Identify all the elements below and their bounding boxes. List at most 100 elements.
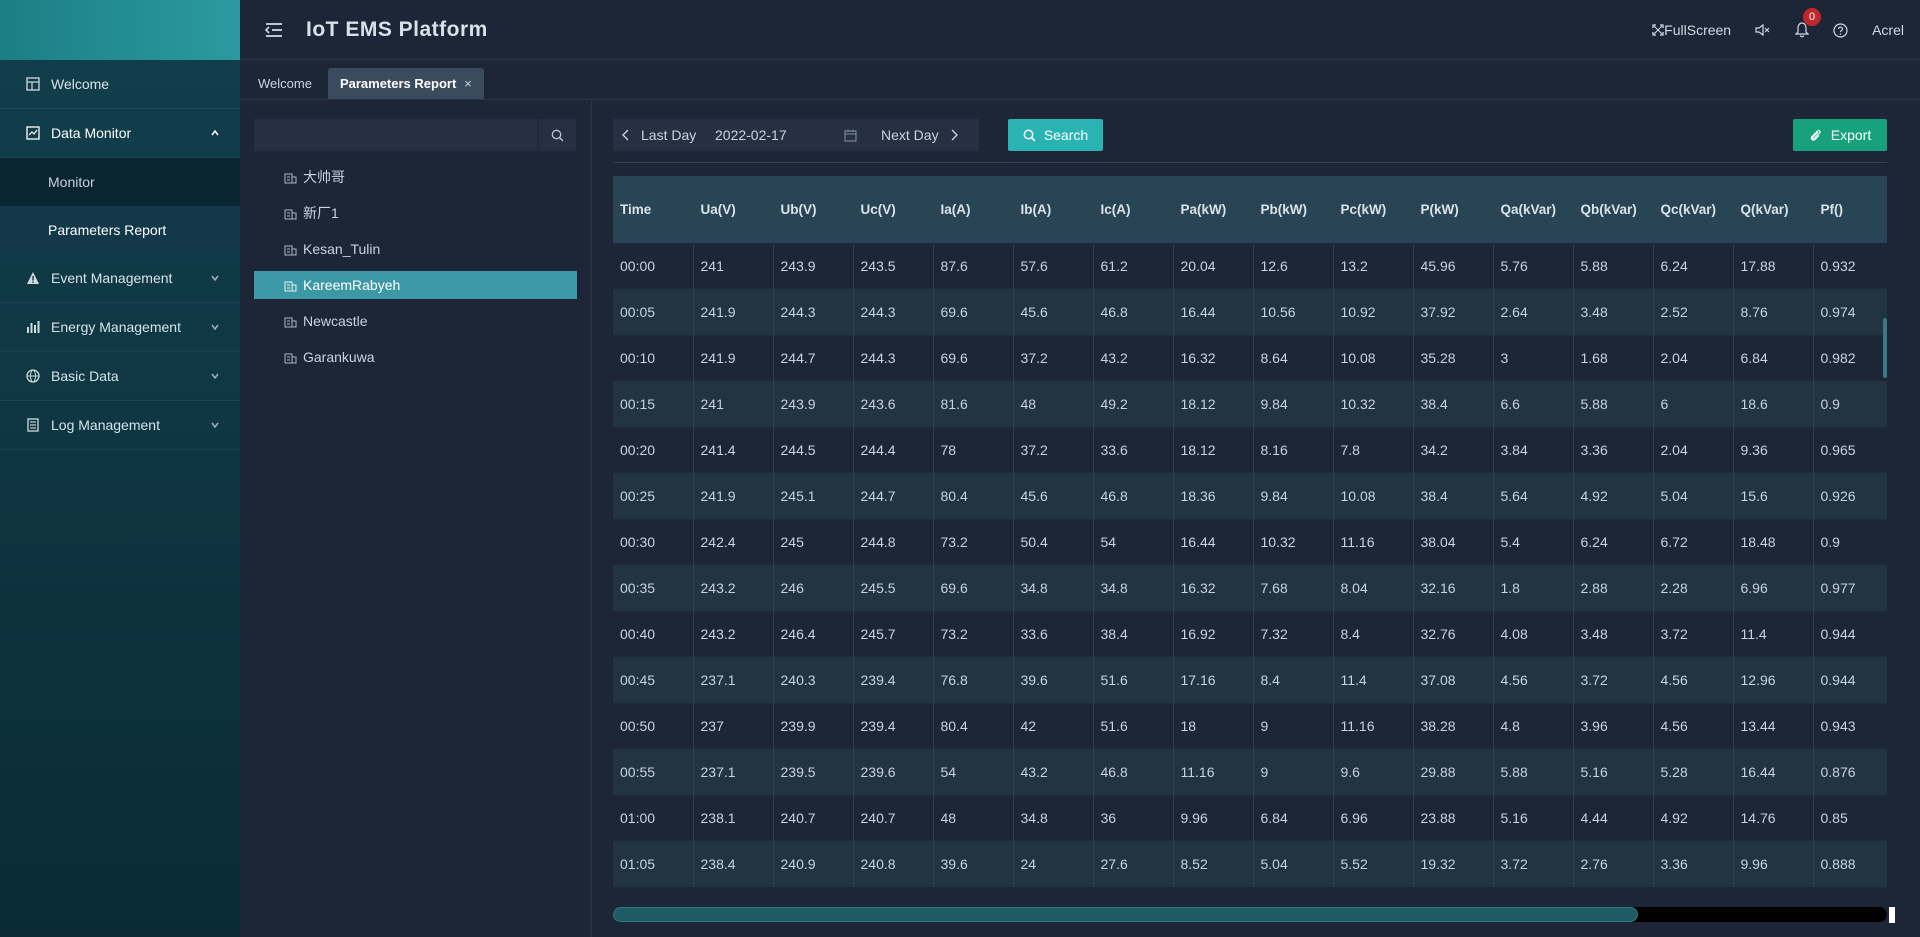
tree-item[interactable]: 新厂1 (254, 199, 577, 227)
sidebar-item-welcome[interactable]: Welcome (0, 60, 240, 109)
tree-item-label: 大帅哥 (303, 169, 345, 185)
table-cell: 5.16 (1493, 795, 1574, 841)
column-header: P(kW) (1413, 176, 1494, 243)
table-cell: 1.68 (1573, 335, 1654, 381)
report-panel: Last Day 2022-02-17 Next Day Search Expo… (593, 101, 1920, 937)
building-icon (284, 353, 297, 363)
table-cell: 243.9 (773, 243, 854, 289)
table-cell: 5.88 (1573, 243, 1654, 289)
table-cell: 6.72 (1653, 519, 1734, 565)
horizontal-scrollbar-thumb[interactable] (613, 907, 1638, 922)
search-button[interactable]: Search (1008, 119, 1103, 151)
sound-button[interactable] (1755, 23, 1771, 37)
user-menu[interactable]: Acrel (1872, 22, 1904, 38)
menu-fold-icon[interactable] (264, 20, 284, 40)
table-cell: 245.7 (853, 611, 934, 657)
table-cell: 246 (773, 565, 854, 611)
chevron-down-icon (211, 373, 219, 380)
table-cell: 17.88 (1733, 243, 1814, 289)
table-cell: 18.36 (1173, 473, 1254, 519)
chevron-down-icon (211, 422, 219, 429)
tab-parameters-report[interactable]: Parameters Report × (327, 68, 484, 99)
table-cell: 241.9 (693, 335, 774, 381)
table-cell: 24 (1013, 841, 1094, 887)
tree-search-input[interactable] (254, 119, 538, 151)
table-cell: 8.76 (1733, 289, 1814, 335)
table-cell: 1.8 (1493, 565, 1574, 611)
table-cell: 244.3 (853, 335, 934, 381)
tree-search-button[interactable] (538, 119, 576, 151)
date-input[interactable]: 2022-02-17 (705, 127, 835, 143)
table-cell: 11.4 (1733, 611, 1814, 657)
tab-bar: Welcome Parameters Report × (240, 60, 1920, 100)
table-cell: 0.944 (1813, 611, 1887, 657)
sidebar-subitem-monitor[interactable]: Monitor (0, 158, 240, 206)
close-icon[interactable]: × (464, 76, 472, 91)
table-cell: 245.1 (773, 473, 854, 519)
table-cell: 9.6 (1333, 749, 1414, 795)
last-day-button[interactable]: Last Day (613, 127, 705, 143)
tree-item-selected[interactable]: KareemRabyeh (254, 271, 577, 299)
table-cell: 237.1 (693, 749, 774, 795)
table-cell: 0.943 (1813, 703, 1887, 749)
table-cell: 2.88 (1573, 565, 1654, 611)
table-cell: 5.04 (1253, 841, 1334, 887)
tab-welcome[interactable]: Welcome (246, 68, 324, 99)
table-cell: 13.2 (1333, 243, 1414, 289)
scrollbar-corner (1889, 907, 1895, 923)
vertical-scrollbar[interactable] (1883, 318, 1887, 378)
table-cell: 241.4 (693, 427, 774, 473)
table-cell: 9.84 (1253, 473, 1334, 519)
sidebar-item-data-monitor[interactable]: Data Monitor (0, 109, 240, 158)
table-cell: 5.16 (1573, 749, 1654, 795)
tree-item[interactable]: Kesan_Tulin (254, 235, 577, 263)
sidebar-item-energy-management[interactable]: Energy Management (0, 303, 240, 352)
horizontal-scrollbar[interactable] (613, 907, 1887, 922)
table-cell: 18.12 (1173, 427, 1254, 473)
tree-item[interactable]: 大帅哥 (254, 163, 577, 191)
parameters-table-container: Time Ua(V) Ub(V) Uc(V) Ia(A) Ib(A) Ic(A) Pa(kW)… (613, 176, 1887, 896)
tree-item[interactable]: Newcastle (254, 307, 577, 335)
help-button[interactable] (1833, 22, 1848, 38)
table-cell: 48 (933, 795, 1014, 841)
log-icon (25, 417, 41, 433)
table-cell: 69.6 (933, 335, 1014, 381)
tree-item[interactable]: Garankuwa (254, 343, 577, 371)
sidebar-item-event-management[interactable]: Event Management (0, 254, 240, 303)
sidebar-item-label: Energy Management (51, 319, 181, 335)
table-cell: 45.6 (1013, 289, 1094, 335)
table-cell: 241 (693, 381, 774, 427)
column-header: Ic(A) (1093, 176, 1174, 243)
table-cell: 243.5 (853, 243, 934, 289)
building-icon (284, 209, 297, 219)
table-cell: 00:15 (613, 381, 694, 427)
table-cell: 5.28 (1653, 749, 1734, 795)
next-day-button[interactable]: Next Day (865, 127, 959, 143)
table-cell: 0.926 (1813, 473, 1887, 519)
table-cell: 37.08 (1413, 657, 1494, 703)
export-button[interactable]: Export (1793, 119, 1887, 151)
table-cell: 00:40 (613, 611, 694, 657)
column-header: Pb(kW) (1253, 176, 1334, 243)
site-tree: 大帅哥 新厂1 Kesan_Tulin KareemRabyeh Newcast… (254, 163, 577, 379)
header: IoT EMS Platform FullScreen 0 Acrel (240, 0, 1920, 60)
sidebar-item-log-management[interactable]: Log Management (0, 401, 240, 450)
table-cell: 14.76 (1733, 795, 1814, 841)
fullscreen-button[interactable]: FullScreen (1652, 22, 1731, 38)
table-cell: 8.4 (1253, 657, 1334, 703)
sidebar-subitem-parameters-report[interactable]: Parameters Report (0, 206, 240, 254)
table-cell: 69.6 (933, 565, 1014, 611)
table-cell: 38.28 (1413, 703, 1494, 749)
search-icon (1023, 129, 1036, 142)
calendar-icon[interactable] (835, 129, 865, 142)
tree-item-label: Kesan_Tulin (303, 241, 381, 257)
table-cell: 2.28 (1653, 565, 1734, 611)
table-cell: 7.68 (1253, 565, 1334, 611)
table-cell: 16.44 (1173, 289, 1254, 335)
table-row: 00:30 242.4 245 244.8 73.2 50.4 54 16.44 10.32 11… (613, 519, 1887, 565)
notification-button[interactable]: 0 (1795, 8, 1822, 38)
table-cell: 34.8 (1013, 795, 1094, 841)
notification-badge: 0 (1803, 8, 1822, 26)
sidebar-item-basic-data[interactable]: Basic Data (0, 352, 240, 401)
table-cell: 9.96 (1173, 795, 1254, 841)
